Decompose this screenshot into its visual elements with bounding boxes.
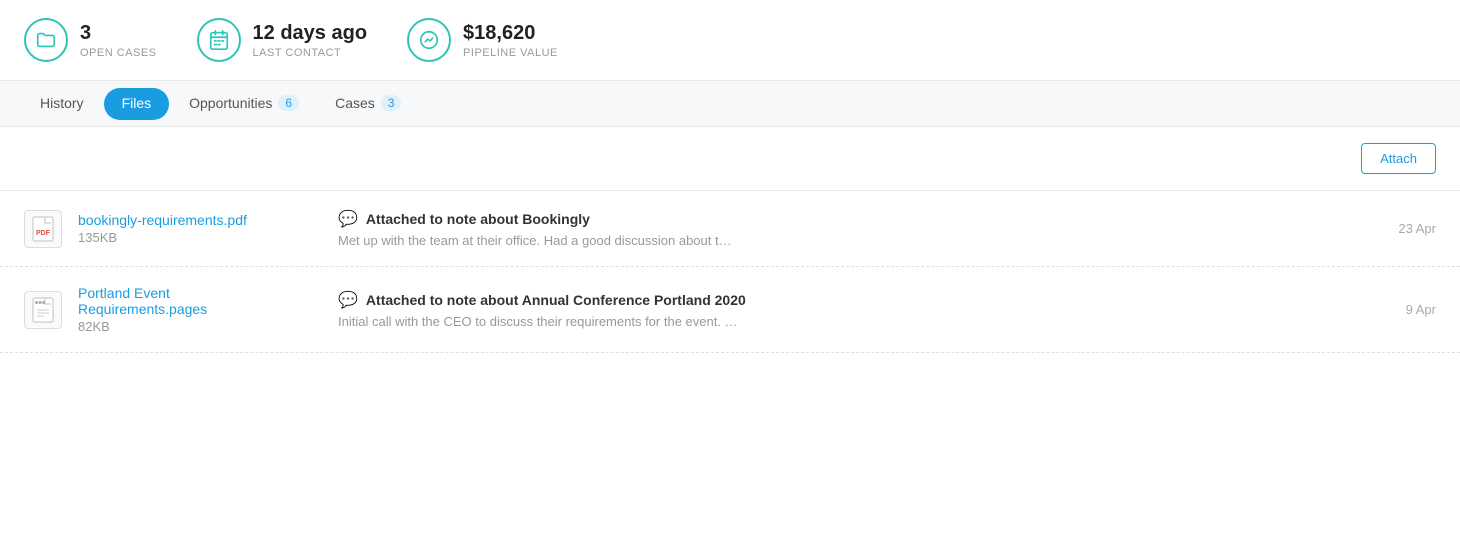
note-title-text: Attached to note about Annual Conference… [366, 292, 746, 308]
file-size: 135KB [78, 230, 298, 245]
note-icon: 💬 [338, 290, 358, 310]
tab-cases[interactable]: Cases 3 [319, 81, 417, 127]
opportunities-badge: 6 [278, 95, 299, 111]
svg-text:PDF: PDF [36, 230, 51, 237]
note-title-text: Attached to note about Bookingly [366, 211, 590, 227]
file-size: 82KB [78, 319, 298, 334]
file-item: PDF bookingly-requirements.pdf 135KB 💬 A… [0, 191, 1460, 267]
file-info: bookingly-requirements.pdf 135KB [78, 212, 298, 245]
file-date: 23 Apr [1398, 221, 1436, 236]
cases-badge: 3 [381, 95, 402, 111]
file-date: 9 Apr [1406, 302, 1436, 317]
action-row: Attach [0, 127, 1460, 191]
pages-file-icon [24, 291, 62, 329]
stat-open-cases: 3 OPEN CASES [24, 18, 157, 62]
folder-icon [24, 18, 68, 62]
pipeline-value-label: PIPELINE VALUE [463, 47, 558, 59]
attach-button[interactable]: Attach [1361, 143, 1436, 174]
file-name[interactable]: Portland Event Requirements.pages [78, 285, 207, 317]
open-cases-label: OPEN CASES [80, 47, 157, 59]
last-contact-label: LAST CONTACT [253, 47, 368, 59]
tab-opportunities[interactable]: Opportunities 6 [173, 81, 315, 127]
file-name[interactable]: bookingly-requirements.pdf [78, 212, 247, 228]
tab-files[interactable]: Files [104, 88, 170, 120]
trend-icon [407, 18, 451, 62]
stat-pipeline-value: $18,620 PIPELINE VALUE [407, 18, 558, 62]
open-cases-value: 3 [80, 21, 157, 45]
last-contact-value: 12 days ago [253, 21, 368, 45]
note-preview: Initial call with the CEO to discuss the… [338, 314, 1390, 329]
content-area: Attach PDF bookingly-requirements.pdf 13… [0, 127, 1460, 353]
note-icon: 💬 [338, 209, 358, 229]
file-list: PDF bookingly-requirements.pdf 135KB 💬 A… [0, 191, 1460, 353]
stat-last-contact: 12 days ago LAST CONTACT [197, 18, 368, 62]
file-note: 💬 Attached to note about Bookingly Met u… [314, 209, 1382, 248]
tab-history[interactable]: History [24, 81, 100, 127]
pipeline-value-value: $18,620 [463, 21, 558, 45]
file-note: 💬 Attached to note about Annual Conferen… [314, 290, 1390, 329]
file-item: Portland Event Requirements.pages 82KB 💬… [0, 267, 1460, 353]
calendar-icon [197, 18, 241, 62]
stats-bar: 3 OPEN CASES 12 days ago LAST CONTACT [0, 0, 1460, 81]
note-preview: Met up with the team at their office. Ha… [338, 233, 1382, 248]
file-info: Portland Event Requirements.pages 82KB [78, 285, 298, 334]
tabs-bar: History Files Opportunities 6 Cases 3 [0, 81, 1460, 127]
pdf-file-icon: PDF [24, 210, 62, 248]
